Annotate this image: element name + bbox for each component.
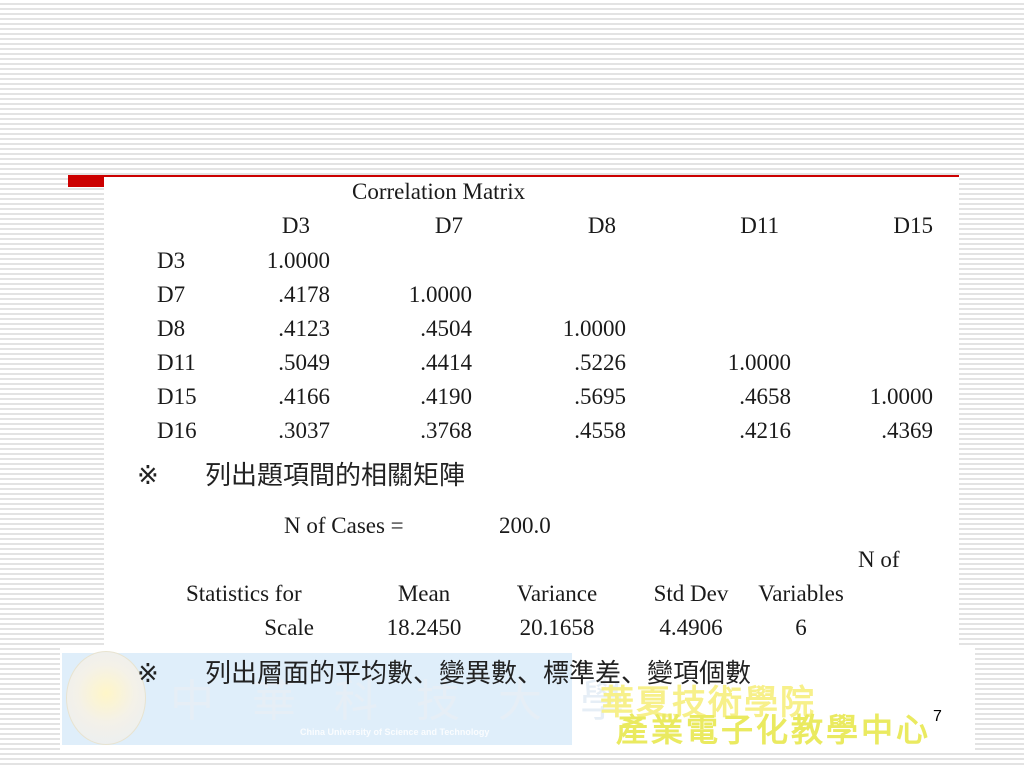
n-of-cases-value: 200.0 xyxy=(499,513,551,538)
page-number: 7 xyxy=(933,708,942,725)
matrix-column-header: D8 xyxy=(587,213,616,238)
matrix-title: Correlation Matrix xyxy=(352,179,526,204)
stats-column-header: Variables xyxy=(758,581,844,606)
title-accent-square xyxy=(68,175,104,187)
matrix-cell: .4369 xyxy=(881,418,933,443)
matrix-cell: .5226 xyxy=(574,350,626,375)
note-correlation-matrix: 列出題項間的相關矩陣 xyxy=(205,461,466,491)
logo-center-name: 產業電子化教學中心 xyxy=(616,711,932,749)
content-panel xyxy=(104,177,959,645)
matrix-column-header: D7 xyxy=(434,213,463,238)
matrix-column-header: D11 xyxy=(740,213,779,238)
matrix-cell: .4123 xyxy=(278,316,330,341)
matrix-cell: .4166 xyxy=(278,384,330,409)
matrix-row-label: D11 xyxy=(157,350,196,375)
stats-column-header: Std Dev xyxy=(653,581,729,606)
matrix-column-header: D15 xyxy=(893,213,933,238)
stats-value: 20.1658 xyxy=(519,615,595,640)
statistics-for-label: Statistics for xyxy=(186,581,302,606)
matrix-cell: .4178 xyxy=(278,282,330,307)
matrix-row-label: D7 xyxy=(157,282,186,307)
matrix-cell: .4658 xyxy=(739,384,791,409)
matrix-cell: .5695 xyxy=(574,384,626,409)
matrix-row-label: D8 xyxy=(157,316,186,341)
matrix-cell: .4504 xyxy=(420,316,472,341)
matrix-cell: 1.0000 xyxy=(408,282,472,307)
matrix-cell: 1.0000 xyxy=(266,248,330,273)
stats-value: 4.4906 xyxy=(659,615,723,640)
stats-column-header: Variance xyxy=(516,581,598,606)
matrix-cell: .4190 xyxy=(420,384,472,409)
matrix-cell: 1.0000 xyxy=(562,316,626,341)
note-symbol: ※ xyxy=(137,659,159,689)
scale-label: Scale xyxy=(264,615,314,640)
matrix-cell: 1.0000 xyxy=(869,384,933,409)
stats-column-header: Mean xyxy=(397,581,451,606)
matrix-row-label: D16 xyxy=(157,418,197,443)
stats-value: 6 xyxy=(795,615,807,640)
n-of-cases-label: N of Cases = xyxy=(284,513,404,538)
matrix-cell: .4216 xyxy=(739,418,791,443)
matrix-cell: .4558 xyxy=(574,418,626,443)
matrix-row-label: D15 xyxy=(157,384,197,409)
matrix-row-label: D3 xyxy=(157,248,186,273)
note-symbol: ※ xyxy=(137,461,159,491)
logo-english-name: China University of Science and Technolo… xyxy=(300,727,490,737)
matrix-cell: .3768 xyxy=(420,418,472,443)
matrix-cell: .4414 xyxy=(420,350,472,375)
matrix-column-header: D3 xyxy=(281,213,310,238)
note-scale-statistics: 列出層面的平均數、變異數、標準差、變項個數 xyxy=(205,659,752,689)
matrix-cell: 1.0000 xyxy=(727,350,791,375)
matrix-cell: .5049 xyxy=(278,350,330,375)
university-seal-icon xyxy=(66,651,146,745)
n-of-header: N of xyxy=(858,547,900,572)
stats-value: 18.2450 xyxy=(386,615,462,640)
matrix-cell: .3037 xyxy=(278,418,330,443)
